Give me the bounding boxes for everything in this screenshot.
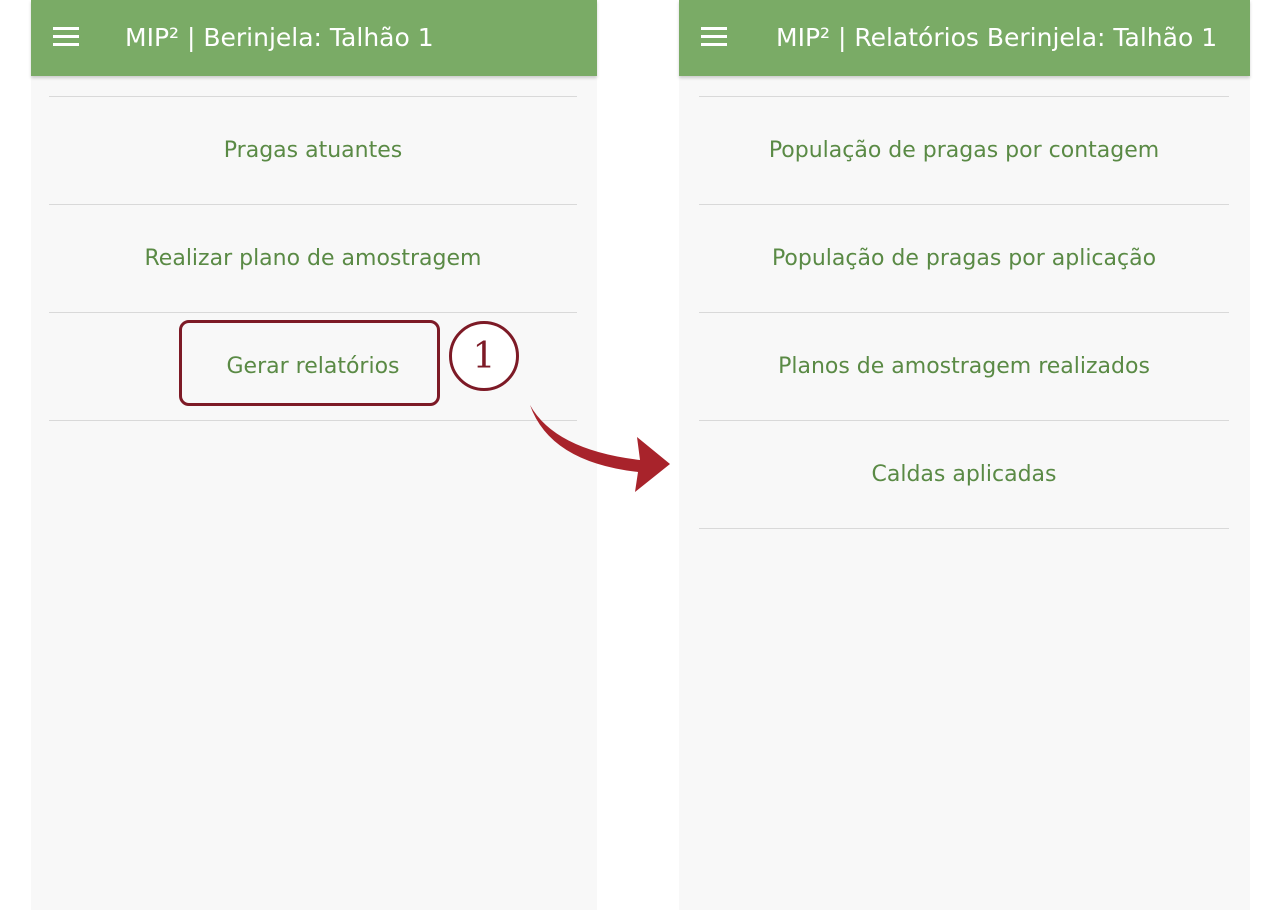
report-item-caldas-aplicadas[interactable]: Caldas aplicadas (699, 421, 1229, 529)
hamburger-menu-icon[interactable] (701, 27, 727, 47)
report-item-planos-amostragem[interactable]: Planos de amostragem realizados (699, 313, 1229, 421)
report-item-populacao-contagem[interactable]: População de pragas por contagem (699, 97, 1229, 205)
main-screen: MIP² | Berinjela: Talhão 1 Pragas atuant… (31, 0, 597, 910)
app-bar-title: MIP² | Relatórios Berinjela: Talhão 1 (776, 23, 1218, 52)
step-number-badge: 1 (449, 321, 519, 391)
reports-list: População de pragas por contagem Populaç… (699, 96, 1229, 529)
reports-screen: MIP² | Relatórios Berinjela: Talhão 1 Po… (679, 0, 1250, 910)
transition-arrow-icon (530, 405, 670, 492)
app-bar-title: MIP² | Berinjela: Talhão 1 (125, 23, 434, 52)
menu-item-pragas-atuantes[interactable]: Pragas atuantes (49, 97, 577, 205)
app-bar: MIP² | Berinjela: Talhão 1 (31, 0, 597, 76)
app-bar: MIP² | Relatórios Berinjela: Talhão 1 (679, 0, 1250, 76)
report-item-populacao-aplicacao[interactable]: População de pragas por aplicação (699, 205, 1229, 313)
menu-item-realizar-plano-amostragem[interactable]: Realizar plano de amostragem (49, 205, 577, 313)
highlight-box (179, 320, 440, 406)
hamburger-menu-icon[interactable] (53, 27, 79, 47)
